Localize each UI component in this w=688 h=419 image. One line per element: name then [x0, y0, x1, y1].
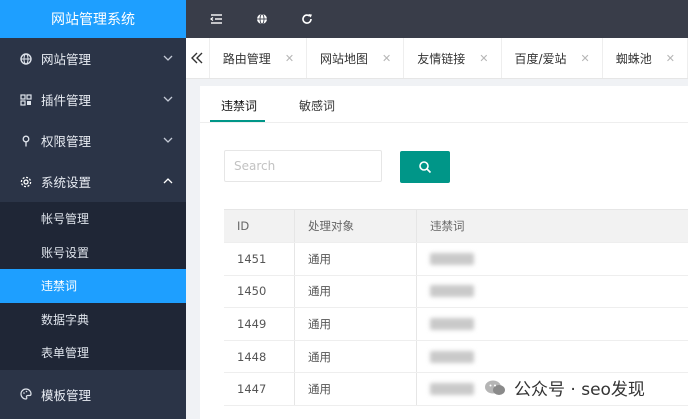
sidebar-item-plugins[interactable]: 插件管理 [0, 79, 186, 120]
search-button[interactable] [400, 151, 450, 183]
table-row[interactable]: 1448 通用 [224, 340, 688, 374]
admin-app: 网站管理系统 网站管理 插件管理 权限管理 系统设置 帐号管理 账号设置 违禁词… [0, 0, 688, 419]
sidebar-item-templates[interactable]: 模板管理 [0, 374, 186, 415]
cell-target: 通用 [295, 373, 417, 405]
cell-word-redacted [417, 276, 688, 308]
submenu-item-data-dictionary[interactable]: 数据字典 [0, 303, 186, 337]
cell-id: 1449 [224, 308, 295, 340]
table-row[interactable]: 1451 通用 [224, 243, 688, 276]
palette-icon [20, 388, 32, 400]
column-header-target[interactable]: 处理对象 [295, 210, 417, 242]
search-input[interactable] [224, 150, 382, 182]
chevron-down-icon [163, 55, 173, 61]
tab-baidu-aizhan[interactable]: 百度/爱站 ✕ [502, 38, 603, 78]
settings-submenu: 帐号管理 账号设置 违禁词 数据字典 表单管理 [0, 202, 186, 370]
refresh-icon[interactable] [284, 0, 329, 38]
submenu-item-form-management[interactable]: 表单管理 [0, 336, 186, 370]
tab-sensitive-words[interactable]: 敏感词 [299, 97, 335, 114]
cell-target: 通用 [295, 308, 417, 340]
tab-label: 路由管理 [222, 51, 271, 66]
main-content: 违禁词 敏感词 ID 处理对象 违禁词 1451 通用 1450 通用 [200, 86, 688, 419]
watermark: 公众号 · seo发现 [484, 375, 645, 400]
tab-sitemap[interactable]: 网站地图 ✕ [307, 38, 405, 78]
sidebar-item-label: 权限管理 [41, 134, 92, 149]
chevron-up-icon [163, 178, 173, 184]
cell-id: 1447 [224, 373, 295, 405]
submenu-item-account-settings[interactable]: 账号设置 [0, 236, 186, 270]
tab-label: 百度/爱站 [514, 51, 567, 66]
cell-id: 1450 [224, 275, 295, 308]
sidebar-item-settings[interactable]: 系统设置 [0, 161, 186, 202]
chevron-down-icon [163, 96, 173, 102]
sidebar-item-label: 系统设置 [41, 175, 92, 190]
sidebar-item-label: 插件管理 [41, 93, 92, 108]
active-tab-indicator [210, 120, 265, 122]
chevron-down-icon [163, 137, 173, 143]
cell-target: 通用 [295, 243, 417, 275]
sidebar-item-website[interactable]: 网站管理 [0, 38, 186, 79]
gear-icon [20, 176, 32, 188]
column-header-word[interactable]: 违禁词 [417, 210, 688, 242]
close-icon[interactable]: ✕ [479, 52, 488, 65]
table-header: ID 处理对象 违禁词 [224, 210, 688, 243]
tab-friend-links[interactable]: 友情链接 ✕ [404, 38, 502, 78]
table-row[interactable]: 1449 通用 [224, 308, 688, 341]
sidebar-item-permissions[interactable]: 权限管理 [0, 120, 186, 161]
collapse-menu-icon[interactable] [194, 0, 239, 38]
cell-word-redacted [417, 243, 688, 275]
cell-id: 1448 [224, 340, 295, 373]
close-icon[interactable]: ✕ [382, 52, 391, 65]
tab-banned-words[interactable]: 违禁词 [221, 97, 257, 114]
wechat-icon [485, 380, 505, 395]
close-icon[interactable]: ✕ [581, 52, 590, 65]
column-header-id[interactable]: ID [224, 210, 295, 242]
tab-label: 网站地图 [320, 51, 369, 66]
submenu-item-banned-words[interactable]: 违禁词 [0, 269, 186, 303]
tabs-scroll-left-icon[interactable] [186, 38, 210, 78]
key-icon [20, 135, 32, 147]
tab-spider-pool[interactable]: 蜘蛛池 ✕ [603, 38, 688, 78]
word-type-tabs: 违禁词 敏感词 [200, 86, 688, 123]
close-icon[interactable]: ✕ [666, 52, 675, 65]
tab-route-management[interactable]: 路由管理 ✕ [210, 38, 308, 78]
page-tabs: 路由管理 ✕ 网站地图 ✕ 友情链接 ✕ 百度/爱站 ✕ 蜘蛛池 ✕ [186, 38, 688, 79]
close-icon[interactable]: ✕ [285, 52, 294, 65]
cell-target: 通用 [295, 275, 417, 308]
grid-icon [20, 93, 32, 106]
watermark-text: 公众号 · seo发现 [514, 380, 645, 400]
search-icon [419, 161, 432, 174]
globe-icon [20, 52, 32, 65]
globe-icon[interactable] [239, 0, 284, 38]
cell-word-redacted [417, 308, 688, 340]
tab-label: 友情链接 [417, 51, 466, 66]
cell-id: 1451 [224, 243, 295, 275]
sidebar-item-label: 网站管理 [41, 52, 92, 67]
brand-title[interactable]: 网站管理系统 [0, 0, 186, 38]
sidebar-item-label: 模板管理 [41, 387, 92, 403]
table-row[interactable]: 1450 通用 [224, 275, 688, 309]
cell-word-redacted [417, 341, 688, 373]
tab-label: 蜘蛛池 [615, 51, 652, 66]
top-toolbar [186, 0, 688, 38]
cell-target: 通用 [295, 340, 417, 373]
sidebar: 网站管理系统 网站管理 插件管理 权限管理 系统设置 帐号管理 账号设置 违禁词… [0, 0, 186, 419]
submenu-item-account-management[interactable]: 帐号管理 [0, 202, 186, 236]
